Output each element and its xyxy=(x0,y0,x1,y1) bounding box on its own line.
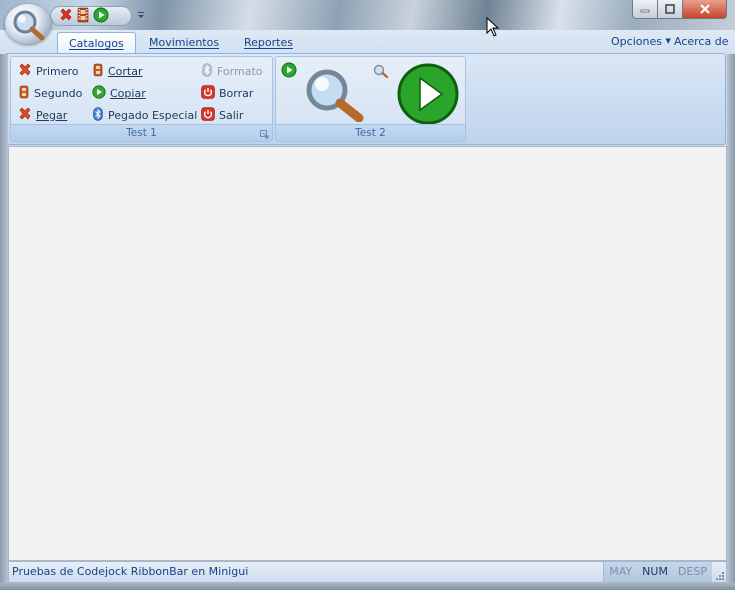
title-bar[interactable] xyxy=(0,0,735,30)
pegar-button[interactable]: Pegar xyxy=(18,107,67,124)
bluetooth-icon xyxy=(201,63,213,80)
app-window: Catalogos Movimientos Reportes Opciones … xyxy=(0,0,735,590)
segundo-label: Segundo xyxy=(34,87,83,100)
play-small-button[interactable] xyxy=(281,62,297,81)
magnifier-icon xyxy=(12,9,46,44)
pegado-especial-label: Pegado Especial xyxy=(108,109,198,122)
tab-reportes[interactable]: Reportes xyxy=(244,32,293,54)
dialog-launcher-icon[interactable] xyxy=(260,129,269,139)
chevron-down-icon[interactable] xyxy=(136,9,146,21)
client-area[interactable] xyxy=(8,146,727,561)
indicator-desp: DESP xyxy=(677,565,707,578)
power-icon xyxy=(201,85,215,102)
group-caption-test-1: Test 1 xyxy=(11,124,272,141)
indicator-num: NUM xyxy=(642,565,668,578)
status-bar: Pruebas de Codejock RibbonBar en Minigui… xyxy=(8,561,727,583)
indicator-may: MAY xyxy=(609,565,633,578)
close-x-icon xyxy=(18,107,32,124)
quick-access-toolbar xyxy=(50,6,132,26)
group-test-1: Primero Segundo Pegar Cortar Copiar Pega… xyxy=(10,56,273,142)
magnifier-large-button[interactable] xyxy=(303,68,367,125)
opciones-label: Opciones xyxy=(611,35,662,48)
bluetooth-icon xyxy=(92,107,104,124)
salir-button[interactable]: Salir xyxy=(201,107,243,124)
play-icon[interactable] xyxy=(93,7,109,26)
maximize-button[interactable] xyxy=(658,0,683,19)
tab-movimientos[interactable]: Movimientos xyxy=(149,32,219,54)
cortar-button[interactable]: Cortar xyxy=(92,63,143,80)
salir-label: Salir xyxy=(219,109,244,122)
minimize-button[interactable] xyxy=(632,0,658,19)
window-frame-left xyxy=(0,54,8,590)
group-test-2: Test 2 xyxy=(275,56,466,142)
play-icon xyxy=(92,85,106,102)
close-button[interactable] xyxy=(683,0,727,19)
play-large-button[interactable] xyxy=(396,62,460,129)
primero-label: Primero xyxy=(36,65,79,78)
power-icon xyxy=(201,107,215,124)
formato-label: Formato xyxy=(217,65,263,78)
acerca-de-link[interactable]: Acerca de xyxy=(674,35,728,48)
tab-catalogos[interactable]: Catalogos xyxy=(57,32,136,54)
status-text: Pruebas de Codejock RibbonBar en Minigui xyxy=(12,565,249,578)
window-controls xyxy=(632,0,727,19)
copiar-button[interactable]: Copiar xyxy=(92,85,146,102)
app-menu-button[interactable] xyxy=(5,4,51,44)
close-x-icon[interactable] xyxy=(59,8,73,25)
caret-down-icon: ▼ xyxy=(665,37,671,45)
pegado-especial-button[interactable]: Pegado Especial xyxy=(92,107,197,124)
segundo-button[interactable]: Segundo xyxy=(18,85,82,102)
formato-button[interactable]: Formato xyxy=(201,63,263,80)
film-icon xyxy=(92,63,104,80)
ribbon-tab-row: Catalogos Movimientos Reportes Opciones … xyxy=(0,30,735,54)
group-caption-test-2: Test 2 xyxy=(276,124,465,141)
window-frame-right xyxy=(727,54,735,590)
opciones-menu[interactable]: Opciones ▼ xyxy=(611,35,671,48)
borrar-label: Borrar xyxy=(219,87,254,100)
close-x-icon xyxy=(18,63,32,80)
window-frame-bottom xyxy=(0,583,735,590)
borrar-button[interactable]: Borrar xyxy=(201,85,253,102)
resize-grip-icon[interactable] xyxy=(714,570,724,580)
film-icon xyxy=(18,85,30,102)
primero-button[interactable]: Primero xyxy=(18,63,79,80)
pegar-label: Pegar xyxy=(36,109,68,122)
cortar-label: Cortar xyxy=(108,65,143,78)
ribbon-panel: Primero Segundo Pegar Cortar Copiar Pega… xyxy=(6,53,726,145)
mouse-cursor-icon xyxy=(486,16,500,40)
film-icon[interactable] xyxy=(77,7,89,26)
copiar-label: Copiar xyxy=(110,87,146,100)
magnifier-small-button[interactable] xyxy=(373,64,389,81)
status-indicators: MAY NUM DESP xyxy=(603,562,712,582)
